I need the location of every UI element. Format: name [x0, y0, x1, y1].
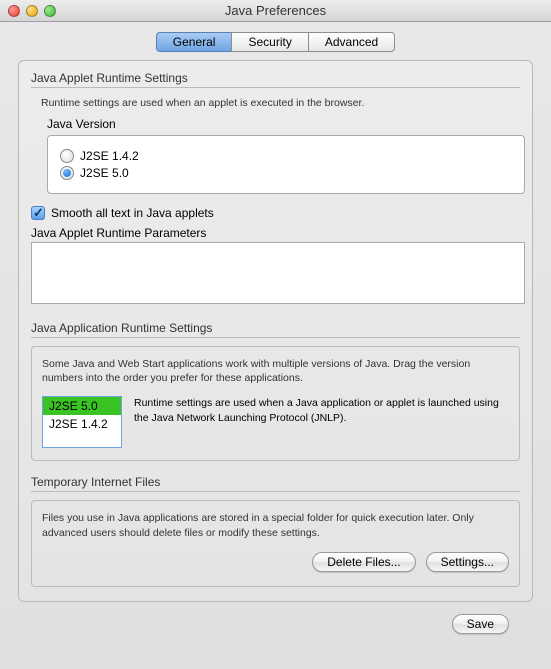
- tabs: General Security Advanced: [18, 32, 533, 52]
- applet-title: Java Applet Runtime Settings: [31, 71, 520, 85]
- delete-files-button[interactable]: Delete Files...: [312, 552, 415, 572]
- temp-section: Temporary Internet Files Files you use i…: [31, 475, 520, 587]
- general-panel: Java Applet Runtime Settings Runtime set…: [18, 60, 533, 602]
- checkbox-label: Smooth all text in Java applets: [51, 206, 214, 220]
- radio-label: J2SE 1.4.2: [80, 149, 139, 163]
- titlebar: Java Preferences: [0, 0, 551, 22]
- tab-advanced[interactable]: Advanced: [308, 32, 395, 52]
- version-side-desc: Runtime settings are used when a Java ap…: [134, 396, 509, 425]
- radio-icon: [60, 166, 74, 180]
- version-row: J2SE 5.0 J2SE 1.4.2 Runtime settings are…: [42, 396, 509, 448]
- params-input[interactable]: [31, 242, 525, 304]
- temp-box: Files you use in Java applications are s…: [31, 500, 520, 587]
- window-title: Java Preferences: [0, 3, 551, 18]
- radio-label: J2SE 5.0: [80, 166, 129, 180]
- applet-section: Java Applet Runtime Settings Runtime set…: [31, 71, 520, 307]
- list-item[interactable]: J2SE 1.4.2: [43, 415, 121, 433]
- app-runtime-desc: Some Java and Web Start applications wor…: [42, 357, 509, 386]
- tab-security[interactable]: Security: [231, 32, 307, 52]
- tab-general[interactable]: General: [156, 32, 232, 52]
- temp-desc: Files you use in Java applications are s…: [42, 511, 509, 540]
- content: General Security Advanced Java Applet Ru…: [0, 22, 551, 634]
- applet-desc: Runtime settings are used when an applet…: [41, 96, 520, 111]
- java-version-box: J2SE 1.4.2 J2SE 5.0: [47, 135, 525, 194]
- app-runtime-box: Some Java and Web Start applications wor…: [31, 346, 520, 461]
- temp-title: Temporary Internet Files: [31, 475, 520, 489]
- footer: Save: [18, 602, 533, 634]
- app-runtime-title: Java Application Runtime Settings: [31, 321, 520, 335]
- radio-j2se50[interactable]: J2SE 5.0: [60, 166, 512, 180]
- version-list[interactable]: J2SE 5.0 J2SE 1.4.2: [42, 396, 122, 448]
- divider: [31, 337, 520, 338]
- app-runtime-section: Java Application Runtime Settings Some J…: [31, 321, 520, 461]
- settings-button[interactable]: Settings...: [426, 552, 509, 572]
- params-label: Java Applet Runtime Parameters: [31, 226, 520, 240]
- temp-button-row: Delete Files... Settings...: [42, 552, 509, 572]
- smooth-text-checkbox[interactable]: Smooth all text in Java applets: [31, 206, 520, 220]
- radio-icon: [60, 149, 74, 163]
- checkmark-icon: [31, 206, 45, 220]
- radio-j2se142[interactable]: J2SE 1.4.2: [60, 149, 512, 163]
- save-button[interactable]: Save: [452, 614, 509, 634]
- list-item[interactable]: J2SE 5.0: [43, 397, 121, 415]
- divider: [31, 87, 520, 88]
- divider: [31, 491, 520, 492]
- java-version-label: Java Version: [47, 117, 520, 131]
